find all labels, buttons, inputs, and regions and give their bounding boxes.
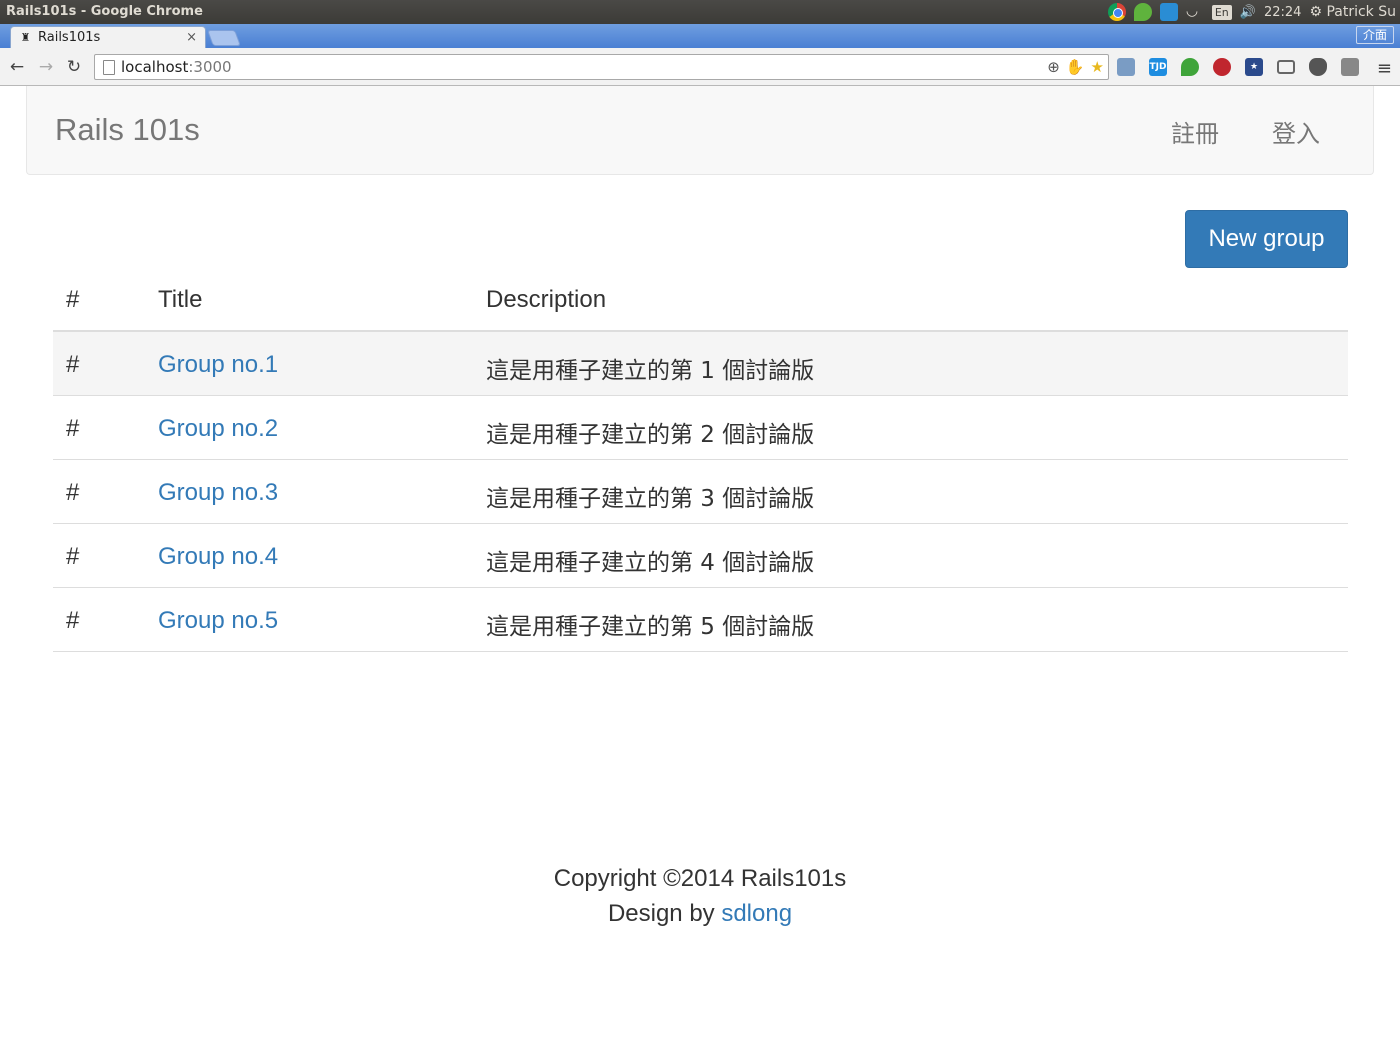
table-row: # Group no.3 這是用種子建立的第 3 個討論版	[53, 460, 1348, 524]
header-title: Title	[158, 286, 203, 313]
back-arrow-icon[interactable]: ←	[7, 57, 27, 77]
row-num: #	[66, 351, 80, 378]
clock[interactable]: 22:24	[1264, 5, 1301, 20]
design-credit: Design by sdlong	[0, 899, 1400, 934]
groups-table: # Title Description # Group no.1 這是用種子建立…	[53, 268, 1348, 652]
signup-link[interactable]: 註冊	[1171, 114, 1219, 149]
header-description: Description	[486, 286, 607, 313]
page-content: Rails 101s 註冊 登入 New group # Title Descr…	[0, 86, 1400, 1050]
zoom-icon[interactable]: ⊕	[1047, 58, 1060, 76]
group-title-link[interactable]: Group no.1	[158, 351, 278, 379]
bookmark-star-icon[interactable]: ★	[1091, 58, 1104, 76]
group-title-link[interactable]: Group no.5	[158, 607, 278, 635]
group-description: 這是用種子建立的第 2 個討論版	[486, 422, 815, 448]
keyboard-language-indicator[interactable]: En	[1211, 4, 1232, 20]
group-description: 這是用種子建立的第 5 個討論版	[486, 614, 815, 640]
evernote-tray-icon[interactable]	[1133, 3, 1152, 21]
window-title: Rails101s - Google Chrome	[6, 4, 203, 19]
table-row: # Group no.5 這是用種子建立的第 5 個討論版	[53, 588, 1348, 652]
gear-icon: ⚙	[1309, 4, 1322, 20]
table-row: # Group no.2 這是用種子建立的第 2 個討論版	[53, 396, 1348, 460]
user-name: Patrick Su	[1326, 4, 1396, 20]
page-icon	[103, 59, 115, 75]
address-bar[interactable]: localhost:3000 ⊕ ✋ ★	[94, 54, 1109, 80]
group-title-link[interactable]: Group no.4	[158, 543, 278, 571]
site-navbar: Rails 101s 註冊 登入	[26, 86, 1374, 175]
star-extension-icon[interactable]: ★	[1245, 58, 1263, 76]
tab-rails101s[interactable]: ♜ Rails101s ×	[10, 26, 206, 48]
row-num: #	[66, 415, 80, 442]
os-top-panel: Rails101s - Google Chrome ◡ En 🔊 22:24 ⚙…	[0, 0, 1400, 24]
table-row: # Group no.1 這是用種子建立的第 1 個討論版	[53, 332, 1348, 396]
extensions-bar: TJD ★	[1117, 58, 1373, 76]
chrome-tray-icon[interactable]	[1107, 3, 1126, 21]
table-header: # Title Description	[53, 268, 1348, 332]
browser-toolbar: ← → ↻ localhost:3000 ⊕ ✋ ★ TJD ★ ≡	[0, 48, 1400, 86]
evernote-extension-icon[interactable]	[1181, 58, 1199, 76]
url-port: :3000	[188, 58, 232, 76]
group-description: 這是用種子建立的第 1 個討論版	[486, 358, 815, 384]
forward-arrow-icon[interactable]: →	[36, 57, 56, 77]
header-num: #	[66, 286, 80, 313]
group-title-link[interactable]: Group no.2	[158, 415, 278, 443]
tab-label: Rails101s	[38, 30, 101, 45]
tab-strip: ♜ Rails101s × 介面	[0, 24, 1400, 48]
teamviewer-tray-icon[interactable]	[1159, 3, 1178, 21]
table-row: # Group no.4 這是用種子建立的第 4 個討論版	[53, 524, 1348, 588]
volume-icon[interactable]: 🔊	[1240, 5, 1256, 20]
menu-icon[interactable]: ≡	[1377, 58, 1392, 79]
login-link[interactable]: 登入	[1272, 114, 1320, 149]
wifi-icon[interactable]: ◡	[1186, 3, 1204, 21]
designer-link[interactable]: sdlong	[721, 900, 792, 927]
page-footer: Copyright ©2014 Rails101s Design by sdlo…	[0, 864, 1400, 934]
close-tab-icon[interactable]: ×	[186, 30, 197, 45]
copyright-text: Copyright ©2014 Rails101s	[553, 865, 847, 892]
user-menu[interactable]: ⚙ Patrick Su	[1309, 4, 1396, 20]
system-tray: ◡ En 🔊 22:24 ⚙ Patrick Su	[1107, 0, 1400, 24]
tjd-extension-icon[interactable]: TJD	[1149, 58, 1167, 76]
new-group-button[interactable]: New group	[1185, 210, 1348, 268]
red-extension-icon[interactable]	[1213, 58, 1231, 76]
group-description: 這是用種子建立的第 4 個討論版	[486, 550, 815, 576]
brand-link[interactable]: Rails 101s	[55, 112, 200, 148]
ime-button[interactable]: 介面	[1355, 26, 1394, 44]
row-num: #	[66, 543, 80, 570]
document-extension-icon[interactable]	[1341, 58, 1359, 76]
favicon-icon: ♜	[20, 31, 31, 44]
new-tab-button[interactable]	[207, 30, 241, 46]
design-prefix: Design by	[607, 900, 722, 927]
row-num: #	[66, 479, 80, 506]
url-host: localhost	[121, 58, 189, 76]
cast-icon[interactable]	[1277, 60, 1295, 74]
octocat-extension-icon[interactable]	[1309, 58, 1327, 76]
row-num: #	[66, 607, 80, 634]
screenshot-extension-icon[interactable]	[1117, 58, 1135, 76]
extension-redhand-icon[interactable]: ✋	[1066, 58, 1085, 76]
group-title-link[interactable]: Group no.3	[158, 479, 278, 507]
group-description: 這是用種子建立的第 3 個討論版	[486, 486, 815, 512]
reload-icon[interactable]: ↻	[64, 57, 84, 77]
